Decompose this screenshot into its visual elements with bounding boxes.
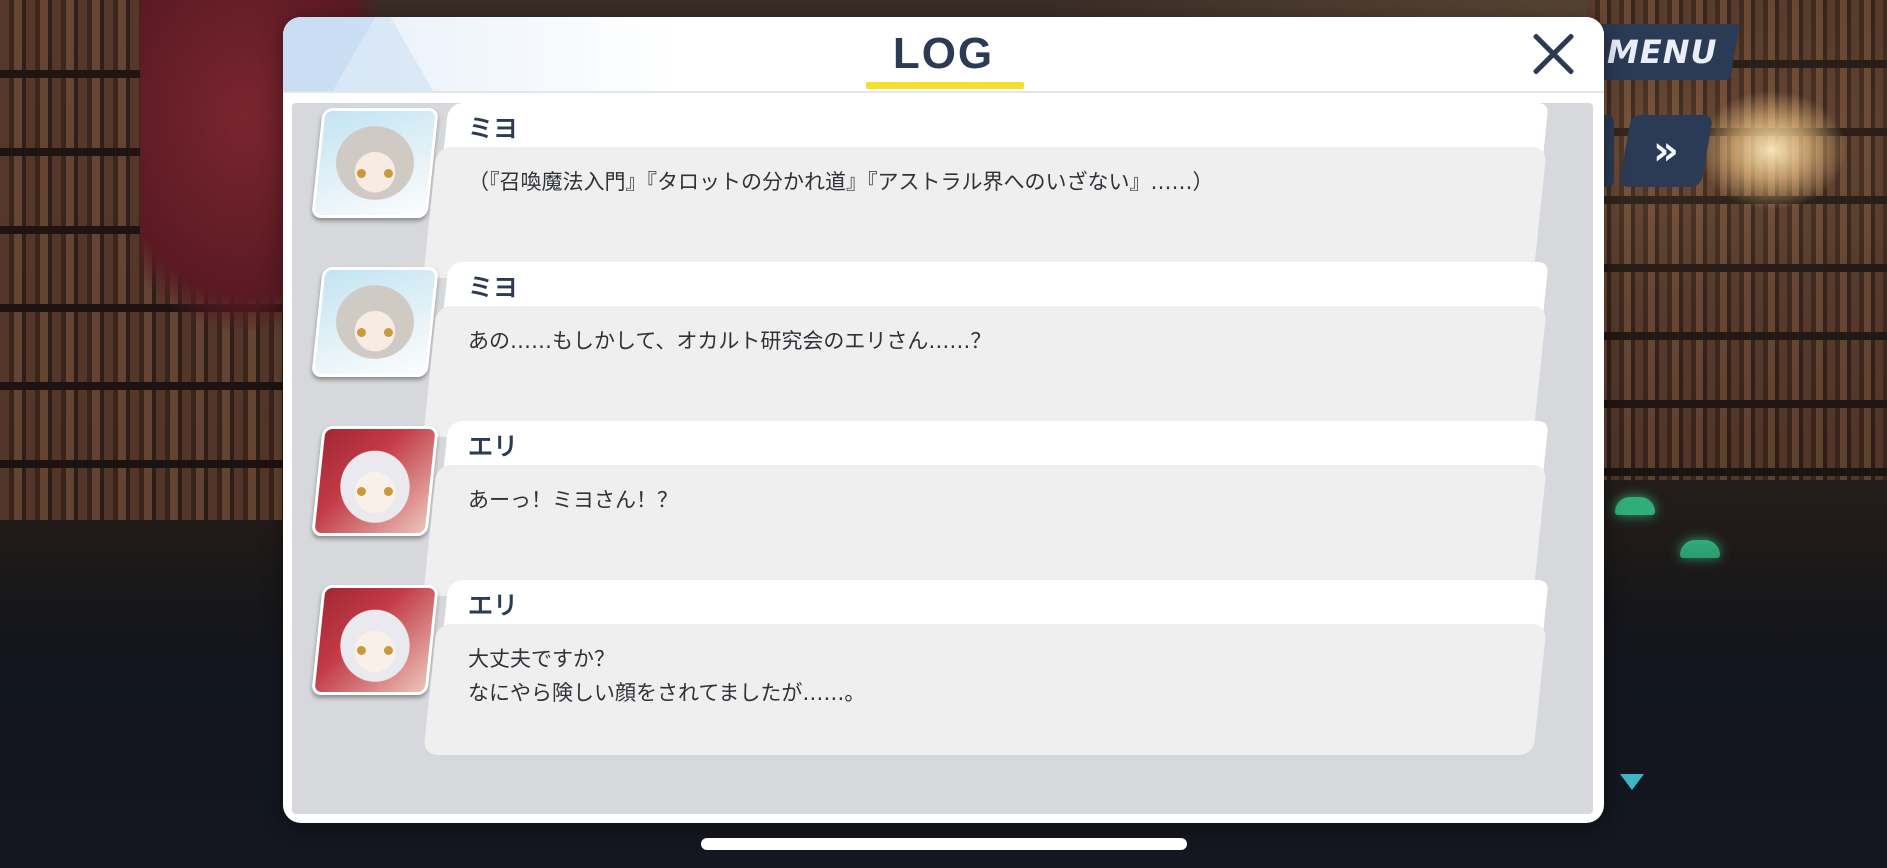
fast-forward-icon: » [1653,128,1679,174]
home-indicator[interactable] [701,838,1187,850]
speaker-name: エリ [468,432,519,461]
speaker-name: ミヨ [468,273,519,302]
log-entry: ミヨ （『召喚魔法入門』『タロットの分かれ道』『アストラル界へのいざない』……） [292,103,1593,283]
close-icon[interactable] [1528,29,1578,79]
message-text: 大丈夫ですか？ なにやら険しい顔をされてましたが……。 [468,647,866,705]
speaker-name: エリ [468,591,519,620]
log-panel: LOG ミヨ （『召喚魔法入門』『タロットの分かれ道』『アストラル界へのいざない… [283,17,1604,823]
name-tab [443,262,1549,312]
log-header: LOG [283,17,1604,93]
ceiling-lamp [1697,90,1847,210]
miyo-avatar [311,267,439,377]
log-list[interactable]: ミヨ （『召喚魔法入門』『タロットの分かれ道』『アストラル界へのいざない』……）… [292,103,1593,814]
green-lamp [1615,497,1655,515]
miyo-avatar [311,108,439,218]
eri-avatar [311,426,439,536]
next-indicator-icon [1620,774,1644,790]
message-text: （『召喚魔法入門』『タロットの分かれ道』『アストラル界へのいざない』……） [468,170,1214,194]
name-tab [443,103,1549,153]
eri-avatar [311,585,439,695]
log-title: LOG [892,29,995,78]
log-entry: エリ あーっ！ミヨさん！？ [292,421,1593,601]
name-tab [443,580,1549,630]
speaker-name: ミヨ [468,114,519,143]
title-underline [866,82,1024,89]
name-tab [443,421,1549,471]
fast-forward-button[interactable]: » [1618,115,1714,187]
log-entry: エリ 大丈夫ですか？ なにやら険しい顔をされてましたが……。 [292,580,1593,760]
log-entry: ミヨ あの……もしかして、オカルト研究会のエリさん……？ [292,262,1593,442]
message-text: あーっ！ミヨさん！？ [468,488,678,512]
message-text: あの……もしかして、オカルト研究会のエリさん……？ [468,329,992,353]
menu-button[interactable]: MENU [1585,24,1740,80]
